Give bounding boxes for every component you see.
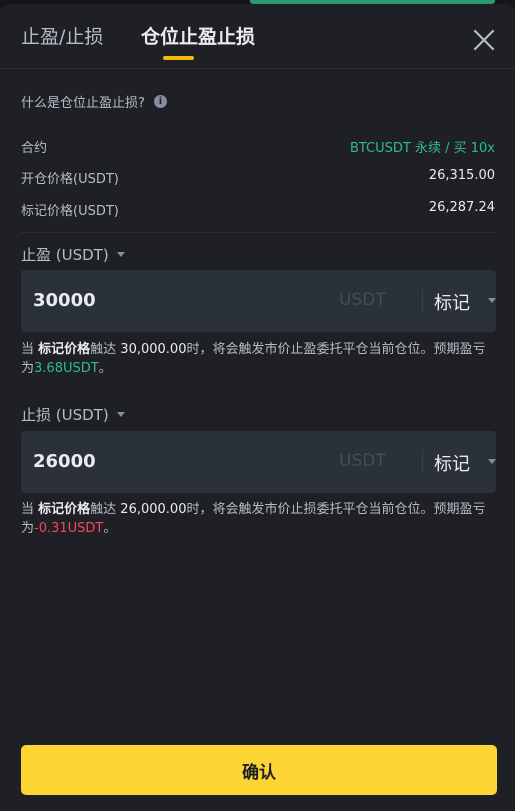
info-row-contract: 合约 BTCUSDT 永续 / 买 10x — [21, 137, 495, 156]
header-divider — [0, 68, 515, 69]
tab-position-tpsl[interactable]: 仓位止盈止损 — [141, 22, 255, 49]
stop-loss-unit: USDT — [339, 451, 386, 471]
desc-price: 26,000.00 — [120, 502, 187, 517]
stop-loss-input[interactable]: 26000 USDT 标记 — [21, 431, 496, 493]
desc-text: 当 — [21, 342, 39, 357]
caret-down-icon — [116, 252, 125, 257]
take-profit-value[interactable]: 30000 — [33, 290, 96, 311]
info-row-entry-price: 开仓价格(USDT) 26,315.00 — [21, 168, 495, 187]
desc-pnl: -0.31USDT — [34, 521, 104, 536]
help-link[interactable]: 什么是仓位止盈止损? i — [21, 92, 167, 111]
section-divider — [21, 232, 495, 233]
caret-down-icon — [116, 412, 125, 417]
info-icon: i — [153, 95, 167, 108]
caret-down-icon — [488, 298, 496, 303]
trigger-type-text: 标记 — [434, 293, 470, 314]
trigger-type-text: 标记 — [434, 454, 470, 475]
confirm-button[interactable]: 确认 — [21, 745, 497, 795]
active-tab-indicator — [163, 56, 194, 60]
desc-price-type: 标记价格 — [38, 342, 91, 357]
stop-loss-value[interactable]: 26000 — [33, 451, 96, 472]
stop-loss-description: 当 标记价格触达 26,000.00时，将会触发市价止损委托平仓当前仓位。预期盈… — [21, 500, 497, 538]
info-label: 合约 — [21, 141, 48, 156]
desc-price-type: 标记价格 — [38, 502, 91, 517]
help-text: 什么是仓位止盈止损? — [21, 96, 145, 111]
take-profit-label[interactable]: 止盈 (USDT) — [21, 244, 125, 265]
stop-loss-label[interactable]: 止损 (USDT) — [21, 404, 125, 425]
tpsl-panel: 止盈/止损 仓位止盈止损 什么是仓位止盈止损? i 合约 BTCUSDT 永续 … — [0, 4, 515, 811]
desc-text: 触达 — [90, 502, 121, 517]
close-button[interactable] — [472, 28, 496, 52]
info-value: 26,315.00 — [428, 168, 495, 183]
info-row-mark-price: 标记价格(USDT) 26,287.24 — [21, 200, 495, 219]
tab-tpsl[interactable]: 止盈/止损 — [21, 22, 103, 49]
desc-text: 当 — [21, 502, 39, 517]
desc-text: 触达 — [90, 342, 121, 357]
caret-down-icon — [488, 459, 496, 464]
desc-price: 30,000.00 — [120, 342, 187, 357]
take-profit-label-text: 止盈 (USDT) — [21, 246, 109, 264]
stop-loss-trigger-select[interactable]: 标记 — [414, 447, 496, 477]
stop-loss-label-text: 止损 (USDT) — [21, 406, 109, 424]
info-label: 开仓价格(USDT) — [21, 172, 119, 187]
info-value: BTCUSDT 永续 / 买 10x — [349, 141, 495, 156]
take-profit-trigger-select[interactable]: 标记 — [414, 286, 496, 316]
info-value: 26,287.24 — [428, 200, 495, 215]
take-profit-input[interactable]: 30000 USDT 标记 — [21, 270, 496, 332]
close-icon — [473, 29, 495, 51]
info-label: 标记价格(USDT) — [21, 204, 119, 219]
desc-pnl: 3.68USDT — [34, 361, 99, 376]
desc-text: 。 — [103, 521, 117, 536]
take-profit-description: 当 标记价格触达 30,000.00时，将会触发市价止盈委托平仓当前仓位。预期盈… — [21, 340, 497, 378]
desc-text: 。 — [98, 361, 112, 376]
take-profit-unit: USDT — [339, 290, 386, 310]
